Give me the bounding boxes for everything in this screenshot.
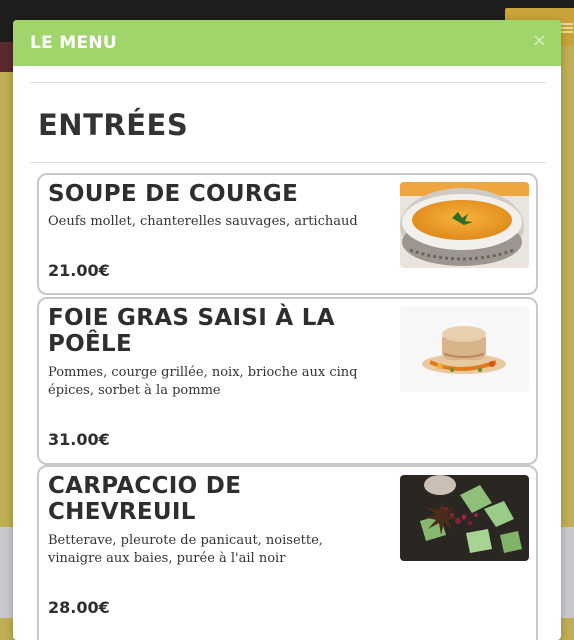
dish-card[interactable]: FOIE GRAS SAISI À LA POÊLE Pommes, courg… bbox=[37, 297, 538, 465]
dish-description: Pommes, courge grillée, noix, brioche au… bbox=[48, 365, 358, 398]
dish-price: 21.00€ bbox=[48, 261, 110, 280]
dish-description: Oeufs mollet, chanterelles sauvages, art… bbox=[48, 214, 358, 229]
foie-gras-photo bbox=[400, 306, 529, 392]
dish-price: 28.00€ bbox=[48, 598, 110, 617]
venison-carpaccio-photo bbox=[400, 475, 529, 561]
modal-title: LE MENU bbox=[30, 33, 118, 53]
dish-price: 31.00€ bbox=[48, 430, 110, 449]
dish-card[interactable]: SOUPE DE COURGE Oeufs mollet, chanterell… bbox=[37, 173, 538, 295]
dish-card[interactable]: CARPACCIO DE CHEVREUIL Betterave, pleuro… bbox=[37, 465, 538, 640]
menu-modal: LE MENU × ENTRÉES SOUPE DE COURGE Oeufs … bbox=[13, 20, 561, 640]
divider bbox=[30, 162, 546, 163]
dish-name: CARPACCIO DE CHEVREUIL bbox=[48, 473, 242, 525]
modal-header: LE MENU × bbox=[13, 20, 561, 66]
dish-name: FOIE GRAS SAISI À LA POÊLE bbox=[48, 305, 335, 357]
background-decoration bbox=[0, 42, 14, 72]
dish-name: SOUPE DE COURGE bbox=[48, 181, 299, 207]
close-icon[interactable]: × bbox=[532, 32, 547, 50]
section-title: ENTRÉES bbox=[38, 108, 189, 142]
squash-soup-photo bbox=[400, 182, 529, 268]
dish-description: Betterave, pleurote de panicaut, noisett… bbox=[48, 533, 323, 566]
divider bbox=[30, 82, 546, 83]
